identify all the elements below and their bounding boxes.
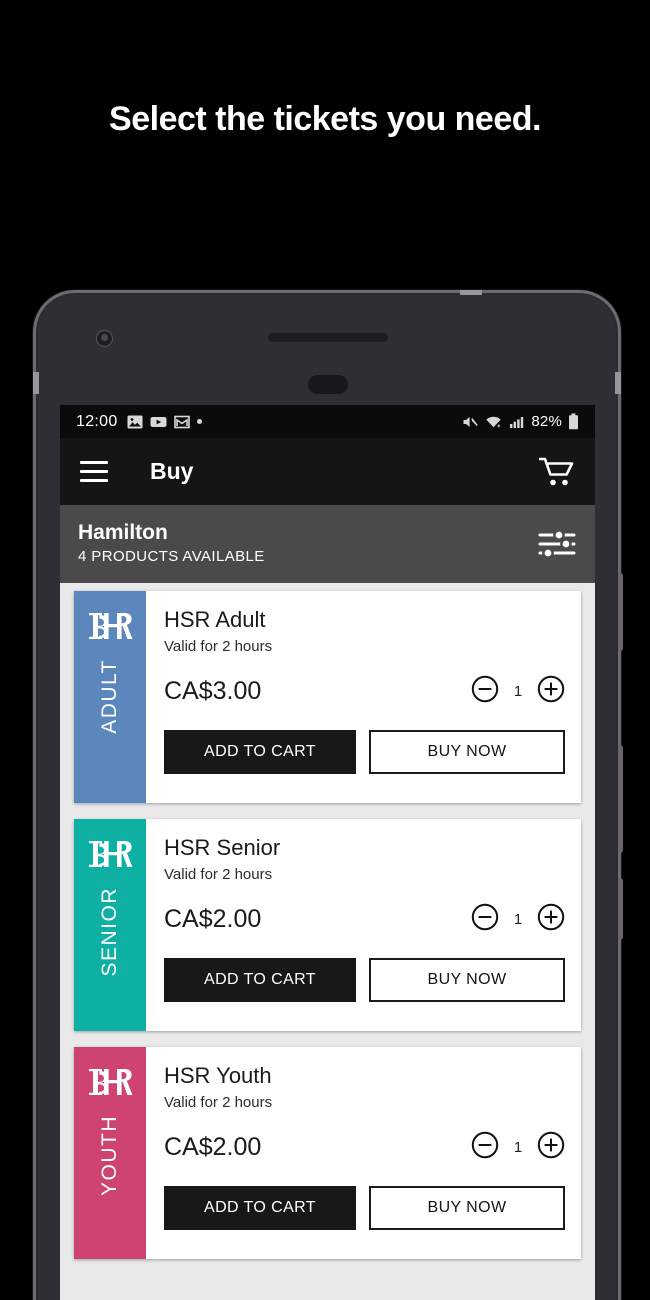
category-label: SENIOR: [98, 887, 121, 977]
product-description: Valid for 2 hours: [164, 638, 273, 656]
page-title: Select the tickets you need.: [109, 100, 541, 138]
phone-screen: 12:00 82% Buy Hamilton 4 PRODUCTS AVAILA…: [60, 405, 595, 1300]
app-bar-title: Buy: [150, 458, 194, 484]
shopping-cart-icon[interactable]: [539, 456, 575, 488]
buy-now-button[interactable]: BUY NOW: [369, 1186, 565, 1231]
hsr-monogram-logo-icon: [87, 1061, 133, 1103]
quantity-stepper[interactable]: 1: [471, 903, 565, 936]
product-details: HSR Adult Valid for 2 hours CA$3.00 1 AD…: [146, 591, 581, 803]
buy-now-button[interactable]: BUY NOW: [369, 958, 565, 1003]
battery-icon: [568, 413, 579, 430]
minus-circle-icon[interactable]: [471, 903, 499, 936]
photos-icon: [127, 414, 143, 430]
buy-now-button[interactable]: BUY NOW: [369, 730, 565, 775]
antenna-band-left: [33, 372, 39, 394]
mute-icon: [462, 414, 479, 430]
quantity-value: 1: [513, 1139, 523, 1157]
volume-down-button[interactable]: [618, 878, 623, 940]
power-button[interactable]: [618, 573, 623, 651]
tune-filter-icon[interactable]: [537, 526, 577, 562]
battery-percent-label: 82%: [531, 413, 562, 430]
youtube-icon: [150, 414, 167, 430]
plus-circle-icon[interactable]: [537, 1131, 565, 1164]
product-name: HSR Youth: [164, 1063, 272, 1088]
sensor-pill: [308, 375, 348, 394]
product-price: CA$2.00: [164, 905, 262, 934]
plus-circle-icon[interactable]: [537, 903, 565, 936]
category-label: ADULT: [98, 659, 121, 734]
product-name: HSR Senior: [164, 835, 281, 860]
product-name: HSR Adult: [164, 607, 266, 632]
volume-up-button[interactable]: [618, 745, 623, 853]
product-card[interactable]: ADULT HSR Adult Valid for 2 hours CA$3.0…: [74, 591, 581, 803]
hsr-monogram-logo-icon: [87, 605, 133, 647]
price-and-quantity-row: CA$2.00 1: [164, 1131, 565, 1164]
card-actions: ADD TO CART BUY NOW: [164, 730, 565, 775]
product-price: CA$2.00: [164, 1133, 262, 1162]
product-card[interactable]: SENIOR HSR Senior Valid for 2 hours CA$2…: [74, 819, 581, 1031]
screenshot-stage: Select the tickets you need. 12:00 82% B…: [0, 0, 650, 1300]
quantity-stepper[interactable]: 1: [471, 675, 565, 708]
product-description: Valid for 2 hours: [164, 866, 273, 884]
front-camera-icon: [96, 330, 113, 347]
plus-circle-icon[interactable]: [537, 675, 565, 708]
product-list: ADULT HSR Adult Valid for 2 hours CA$3.0…: [60, 583, 595, 1259]
quantity-value: 1: [513, 911, 523, 929]
add-to-cart-button[interactable]: ADD TO CART: [164, 730, 356, 775]
location-section-header: Hamilton 4 PRODUCTS AVAILABLE: [60, 505, 595, 583]
gmail-icon: [173, 414, 190, 430]
earpiece-speaker: [268, 333, 388, 342]
product-details: HSR Youth Valid for 2 hours CA$2.00 1 AD…: [146, 1047, 581, 1259]
card-actions: ADD TO CART BUY NOW: [164, 1186, 565, 1231]
cellular-signal-icon: [509, 414, 525, 430]
category-stripe: SENIOR: [74, 819, 146, 1031]
antenna-band-top: [460, 290, 482, 295]
minus-circle-icon[interactable]: [471, 1131, 499, 1164]
card-actions: ADD TO CART BUY NOW: [164, 958, 565, 1003]
product-card[interactable]: YOUTH HSR Youth Valid for 2 hours CA$2.0…: [74, 1047, 581, 1259]
product-details: HSR Senior Valid for 2 hours CA$2.00 1 A…: [146, 819, 581, 1031]
location-title: Hamilton: [78, 521, 168, 545]
category-stripe: ADULT: [74, 591, 146, 803]
wifi-icon: [485, 414, 503, 430]
hamburger-menu-icon[interactable]: [80, 461, 108, 482]
add-to-cart-button[interactable]: ADD TO CART: [164, 1186, 356, 1231]
quantity-value: 1: [513, 683, 523, 701]
app-bar: Buy: [60, 438, 595, 505]
minus-circle-icon[interactable]: [471, 675, 499, 708]
product-price: CA$3.00: [164, 677, 262, 706]
category-label: YOUTH: [98, 1115, 121, 1196]
category-stripe: YOUTH: [74, 1047, 146, 1259]
notification-dot-icon: [196, 419, 202, 424]
status-bar: 12:00 82%: [60, 405, 595, 438]
add-to-cart-button[interactable]: ADD TO CART: [164, 958, 356, 1003]
price-and-quantity-row: CA$3.00 1: [164, 675, 565, 708]
price-and-quantity-row: CA$2.00 1: [164, 903, 565, 936]
products-available-count: 4 PRODUCTS AVAILABLE: [78, 548, 265, 566]
product-description: Valid for 2 hours: [164, 1094, 273, 1112]
hsr-monogram-logo-icon: [87, 833, 133, 875]
antenna-band-right: [615, 372, 621, 394]
status-bar-time: 12:00: [76, 412, 118, 430]
quantity-stepper[interactable]: 1: [471, 1131, 565, 1164]
